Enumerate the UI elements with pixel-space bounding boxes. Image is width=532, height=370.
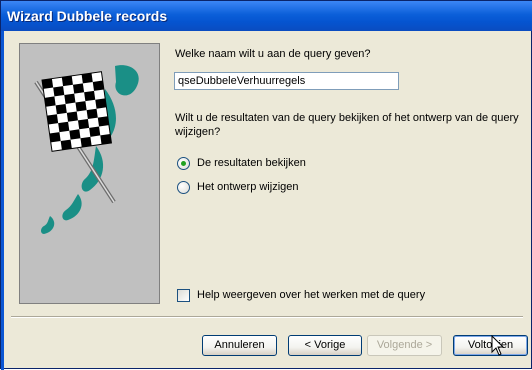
help-checkbox-label[interactable]: Help weergeven over het werken met de qu… [197,289,425,301]
window-frame-left [1,31,4,370]
mouse-cursor-icon [491,335,505,356]
back-button[interactable]: < Vorige [288,335,362,356]
window-title: Wizard Dubbele records [7,8,168,24]
checkered-flag-icon [34,65,139,234]
radio-selected-dot [181,161,186,166]
radio-edit-design-label[interactable]: Het ontwerp wijzigen [197,181,299,193]
view-prompt-line2: wijzigen? [175,126,221,138]
view-prompt-line1: Wilt u de resultaten van de query bekijk… [175,112,519,124]
title-bar[interactable]: Wizard Dubbele records [1,1,532,31]
cancel-button[interactable]: Annuleren [202,335,277,356]
radio-edit-design[interactable] [177,181,190,194]
query-name-input[interactable]: qseDubbeleVerhuurregels [174,72,399,90]
wizard-dialog: Wizard Dubbele records Welke naam wilt u… [0,0,532,370]
next-button[interactable]: Volgende > [367,335,442,356]
separator [11,316,523,318]
help-checkbox[interactable] [177,289,190,302]
query-name-prompt: Welke naam wilt u aan de query geven? [175,48,371,60]
wizard-illustration [19,43,160,304]
radio-view-results-label[interactable]: De resultaten bekijken [197,157,306,169]
radio-view-results[interactable] [177,157,190,170]
